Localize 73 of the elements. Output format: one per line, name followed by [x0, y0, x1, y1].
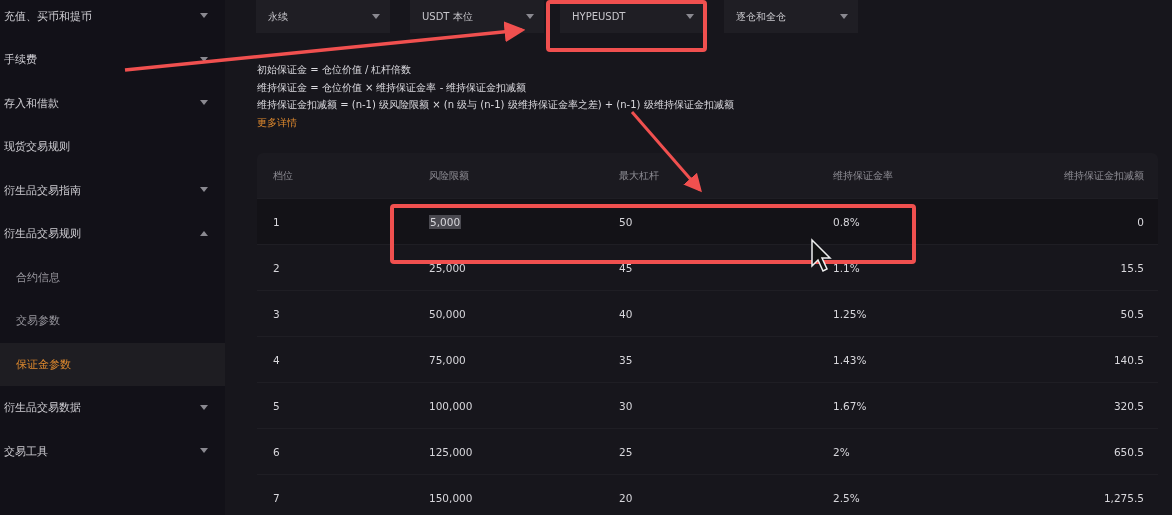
dropdown-value: HYPEUSDT: [572, 11, 626, 22]
dropdown-value: 永续: [268, 9, 288, 24]
dropdown-value: USDT 本位: [422, 9, 473, 24]
table-cell: 5: [273, 399, 280, 412]
table-cell: 4: [273, 353, 280, 366]
table-cell: 25: [619, 445, 633, 458]
sidebar-item[interactable]: 充值、买币和提币: [4, 8, 92, 24]
sidebar-subitem[interactable]: 保证金参数: [0, 342, 225, 386]
sidebar-item[interactable]: 衍生品交易规则: [4, 226, 81, 242]
sidebar-item[interactable]: 衍生品交易数据: [4, 400, 81, 416]
table-cell: 650.5: [1113, 445, 1144, 458]
dropdown-caret-icon: [840, 13, 848, 20]
table-cell: 25,000: [429, 261, 466, 274]
sidebar-item[interactable]: 现货交易规则: [4, 139, 70, 155]
table-cell: 0: [1137, 215, 1144, 228]
table-cell: 20: [619, 491, 633, 504]
table-cell: 1: [273, 215, 280, 228]
dropdown-caret-icon: [526, 13, 534, 20]
table-cell: 140.5: [1113, 353, 1144, 366]
dropdown-value: 逐仓和全仓: [736, 9, 786, 24]
sidebar-item[interactable]: 手续费: [4, 52, 37, 68]
sidebar-item[interactable]: 存入和借款: [4, 95, 59, 111]
dropdown-caret-icon: [686, 13, 694, 20]
table-cell: 1.67%: [833, 399, 867, 412]
table-cell: 45: [619, 261, 633, 274]
sidebar-subitem[interactable]: 合约信息: [0, 255, 225, 299]
expand-icon[interactable]: [200, 56, 208, 63]
table-cell: 1.25%: [833, 307, 867, 320]
filter-dropdown[interactable]: USDT 本位: [410, 0, 544, 33]
column-header: 维持保证金扣减额: [1063, 168, 1144, 183]
table-cell: 2%: [833, 445, 850, 458]
table-cell: 50.5: [1120, 307, 1144, 320]
formula-text: 维持保证金扣减额 = (n-1) 级风险限额 × (n 级与 (n-1) 级维持保证金率之差) + (n-1) 级维持保证金扣减额: [257, 98, 735, 112]
table-cell: 75,000: [429, 353, 466, 366]
more-details-link[interactable]: 更多详情: [257, 113, 1158, 131]
filter-dropdown[interactable]: 逐仓和全仓: [724, 0, 858, 33]
table-cell: 2: [273, 261, 280, 274]
column-header: 档位: [273, 168, 294, 183]
table-cell: 6: [273, 445, 280, 458]
table-cell: 50: [619, 215, 633, 228]
table-cell: 0.8%: [833, 215, 860, 228]
table-cell: 30: [619, 399, 633, 412]
table-cell: 1,275.5: [1103, 491, 1144, 504]
expand-icon[interactable]: [200, 187, 208, 194]
dropdown-caret-icon: [372, 13, 380, 20]
column-header: 最大杠杆: [619, 168, 660, 183]
expand-icon[interactable]: [200, 448, 208, 455]
table-cell: 40: [619, 307, 633, 320]
table-cell: 100,000: [429, 399, 473, 412]
table-cell: 35: [619, 353, 633, 366]
table-cell: 1.43%: [833, 353, 867, 366]
selected-text: 5,000: [429, 214, 462, 229]
formula-text: 初始保证金 = 仓位价值 / 杠杆倍数: [257, 63, 413, 77]
table-cell: 320.5: [1113, 399, 1144, 412]
sidebar-item[interactable]: 衍生品交易指南: [4, 182, 81, 198]
table-cell: 150,000: [429, 491, 473, 504]
collapse-icon[interactable]: [200, 230, 208, 237]
expand-icon[interactable]: [200, 404, 208, 411]
expand-icon[interactable]: [200, 100, 208, 107]
table-cell: 2.5%: [833, 491, 860, 504]
table-cell: 1.1%: [833, 261, 860, 274]
table-cell: 15.5: [1120, 261, 1144, 274]
sidebar-item[interactable]: 交易工具: [4, 443, 48, 459]
table-cell: 125,000: [429, 445, 473, 458]
table-cell: 7: [273, 491, 280, 504]
table-cell: 3: [273, 307, 280, 320]
filter-dropdown[interactable]: 永续: [256, 0, 390, 33]
column-header: 风险限额: [429, 168, 470, 183]
column-header: 维持保证金率: [833, 168, 894, 183]
sidebar-subitem[interactable]: 交易参数: [0, 299, 225, 343]
formula-text: 维持保证金 = 仓位价值 × 维持保证金率 - 维持保证金扣减额: [257, 80, 528, 95]
table-cell: 50,000: [429, 307, 466, 320]
expand-icon[interactable]: [200, 13, 208, 19]
